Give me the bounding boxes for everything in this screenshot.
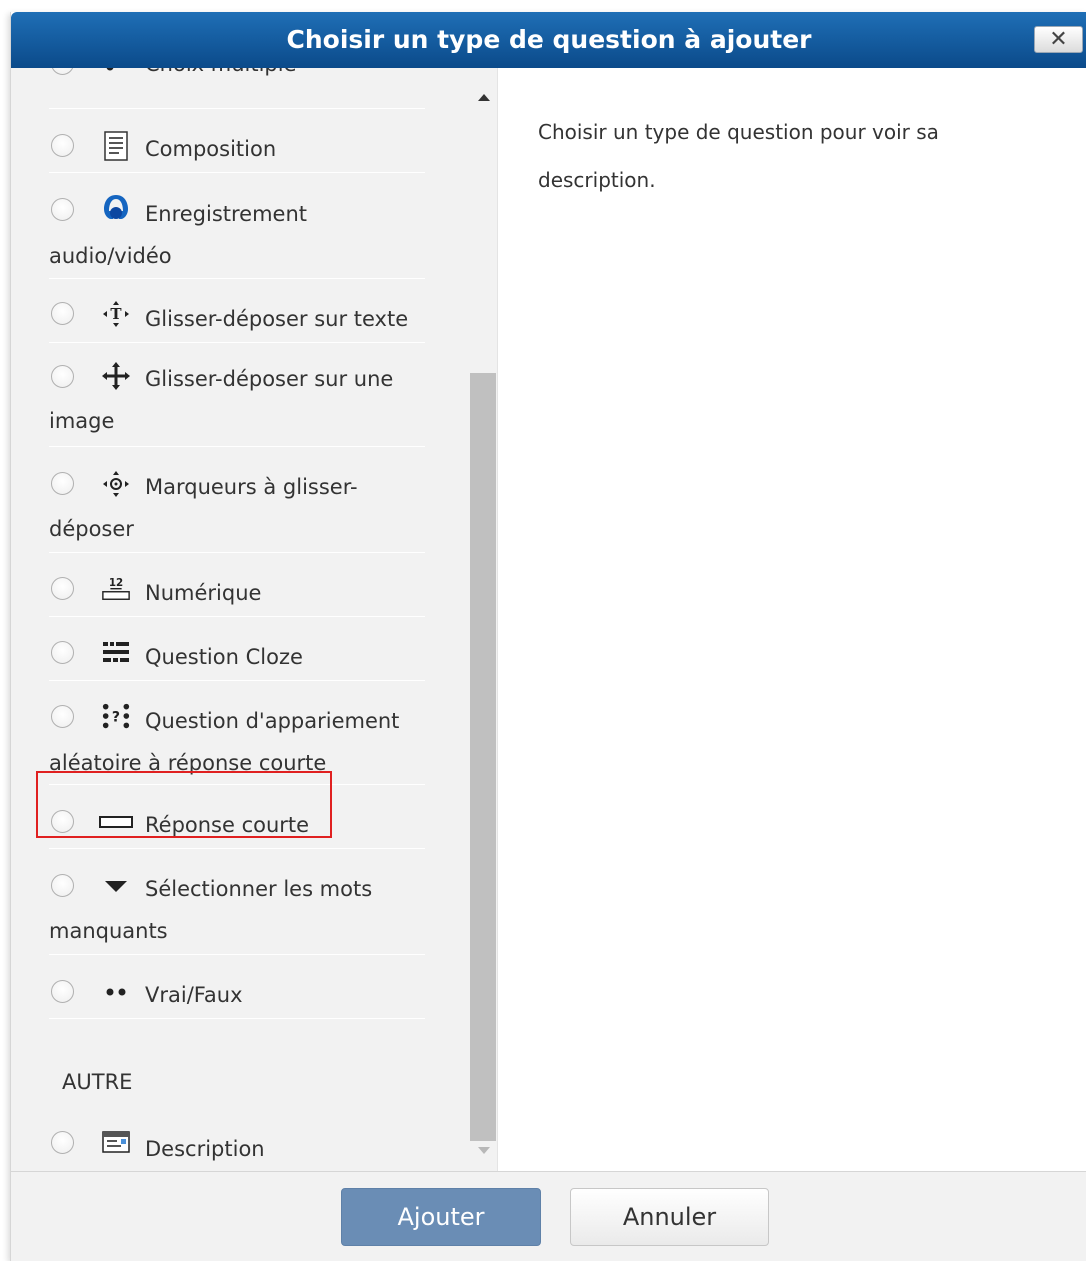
option-label: Question Cloze bbox=[145, 645, 303, 669]
list-scrollbar[interactable] bbox=[469, 68, 497, 1171]
scroll-thumb[interactable] bbox=[470, 373, 496, 1141]
option-recording[interactable]: Enregistrement audio/vidéo bbox=[49, 173, 425, 279]
option-label: Choix multiple bbox=[49, 68, 425, 85]
option-label: Description bbox=[145, 1137, 265, 1161]
option-ddimageortext[interactable]: Glisser-déposer sur une image bbox=[49, 343, 425, 447]
dialog-titlebar: Choisir un type de question à ajouter ✕ bbox=[11, 12, 1086, 68]
option-label: Glisser-déposer sur texte bbox=[145, 307, 409, 331]
option-truefalse[interactable]: Vrai/Faux bbox=[49, 955, 425, 1019]
dialog-footer: Ajouter Annuler bbox=[11, 1171, 1086, 1261]
option-description[interactable]: Description bbox=[49, 1109, 425, 1171]
option-randomsamatch[interactable]: ? Question d'appariement aléatoire à rép… bbox=[49, 681, 425, 785]
option-label: Glisser-déposer sur une image bbox=[49, 367, 394, 433]
add-button[interactable]: Ajouter bbox=[341, 1188, 541, 1246]
option-gapselect[interactable]: Sélectionner les mots manquants bbox=[49, 849, 425, 955]
question-chooser-dialog: Choisir un type de question à ajouter ✕ … bbox=[10, 12, 1086, 1261]
question-description: Choisir un type de question pour voir sa… bbox=[538, 120, 939, 192]
description-pane: Choisir un type de question pour voir sa… bbox=[497, 68, 1086, 1171]
option-label: Numérique bbox=[145, 581, 262, 605]
option-label: Sélectionner les mots manquants bbox=[49, 877, 373, 943]
scroll-down-arrow-icon[interactable] bbox=[478, 1147, 490, 1154]
cancel-button[interactable]: Annuler bbox=[570, 1188, 769, 1246]
option-label: Vrai/Faux bbox=[145, 983, 243, 1007]
option-cloze[interactable]: Question Cloze bbox=[49, 617, 425, 681]
section-heading-other: AUTRE bbox=[62, 1070, 133, 1094]
option-multichoice[interactable]: Choix multiple bbox=[49, 68, 425, 109]
scroll-up-arrow-icon[interactable] bbox=[478, 94, 490, 101]
option-ddwtos[interactable]: T Glisser-déposer sur texte bbox=[49, 279, 425, 343]
question-type-list-pane: Choix multiple Composition Enregistremen… bbox=[11, 68, 497, 1171]
option-label: Enregistrement audio/vidéo bbox=[49, 202, 308, 268]
dialog-title: Choisir un type de question à ajouter bbox=[286, 25, 812, 54]
close-button[interactable]: ✕ bbox=[1034, 26, 1083, 53]
option-label: Marqueurs à glisser-déposer bbox=[49, 475, 358, 541]
highlight-annotation bbox=[36, 771, 332, 838]
option-numerical[interactable]: 12 Numérique bbox=[49, 553, 425, 617]
option-ddmarker[interactable]: Marqueurs à glisser-déposer bbox=[49, 447, 425, 553]
option-essay[interactable]: Composition bbox=[49, 109, 425, 173]
option-label: Composition bbox=[145, 137, 277, 161]
